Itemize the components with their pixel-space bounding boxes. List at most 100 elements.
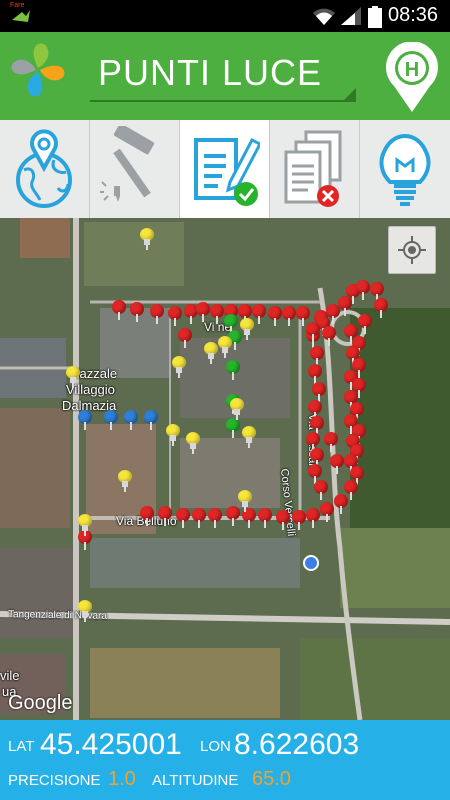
light-point-marker-blue[interactable] [104, 410, 118, 430]
tool-map-locate[interactable] [0, 120, 90, 218]
tool-edit-confirm[interactable] [180, 120, 270, 218]
light-bulb-marker-icon[interactable] [78, 600, 92, 622]
light-point-marker-red[interactable] [296, 306, 310, 326]
light-point-marker-red[interactable] [330, 454, 344, 474]
tool-light-points[interactable] [360, 120, 450, 218]
light-point-marker-red[interactable] [282, 306, 296, 326]
light-point-marker-red[interactable] [178, 328, 192, 348]
light-point-marker-blue[interactable] [144, 410, 158, 430]
light-point-marker-red[interactable] [314, 480, 328, 500]
light-bulb-marker-icon[interactable] [78, 514, 92, 536]
svg-text:H: H [405, 59, 419, 81]
toolbar [0, 120, 450, 218]
precision-value: 1.0 [108, 768, 136, 790]
map-pin-h-button[interactable]: H [384, 42, 440, 114]
light-point-marker-red[interactable] [322, 326, 336, 346]
light-bulb-marker-icon[interactable] [166, 424, 180, 446]
light-point-marker-red[interactable] [226, 506, 240, 526]
map-label-tangenziale: Tangenziale di Novara [7, 609, 108, 622]
light-bulb-marker-icon[interactable] [218, 336, 232, 358]
lat-value: 45.425001 [40, 728, 182, 761]
app-logo [11, 43, 65, 97]
light-point-marker-red[interactable] [310, 416, 324, 436]
light-bulb-marker-icon[interactable] [172, 356, 186, 378]
light-bulb-marker-icon[interactable] [204, 342, 218, 364]
light-point-marker-red[interactable] [308, 400, 322, 420]
light-bulb-marker-icon[interactable] [140, 228, 154, 250]
light-point-marker-blue[interactable] [124, 410, 138, 430]
notification-icon [12, 10, 30, 22]
spinner-caret-icon [344, 88, 356, 100]
light-bulb-icon [379, 133, 431, 206]
lon-label: LON [200, 738, 231, 755]
light-bulb-marker-icon[interactable] [230, 398, 244, 420]
light-point-marker-red[interactable] [308, 464, 322, 484]
light-point-marker-green[interactable] [224, 314, 238, 334]
title-spinner[interactable]: PUNTI LUCE [90, 46, 356, 102]
edit-document-confirm-icon [194, 138, 260, 206]
light-point-marker-red[interactable] [306, 322, 320, 342]
light-point-marker-red[interactable] [140, 506, 154, 526]
status-bar: Fare 08:36 [0, 0, 450, 32]
light-point-marker-red[interactable] [312, 382, 326, 402]
hammer-icon [100, 126, 155, 202]
light-point-marker-red[interactable] [324, 432, 338, 452]
light-point-marker-red[interactable] [320, 502, 334, 522]
precision-label: PRECISIONE [8, 772, 101, 789]
light-point-marker-red[interactable] [306, 432, 320, 452]
light-point-marker-red[interactable] [310, 346, 324, 366]
light-bulb-marker-icon[interactable] [242, 426, 256, 448]
light-point-marker-red[interactable] [252, 304, 266, 324]
light-bulb-marker-icon[interactable] [186, 432, 200, 454]
light-bulb-marker-icon[interactable] [66, 366, 80, 388]
light-point-marker-red[interactable] [150, 304, 164, 324]
light-point-marker-green[interactable] [226, 418, 240, 438]
documents-delete-icon [284, 130, 342, 207]
light-point-marker-red[interactable] [210, 304, 224, 324]
satellite-map[interactable]: Piazzale Villaggio Dalmazia Via Belluno … [0, 218, 450, 720]
light-point-marker-red[interactable] [310, 448, 324, 468]
light-point-marker-red[interactable] [158, 506, 172, 526]
light-point-marker-red[interactable] [168, 306, 182, 326]
light-point-marker-red[interactable] [258, 508, 272, 528]
light-point-marker-red[interactable] [192, 508, 206, 528]
light-point-marker-red[interactable] [238, 304, 252, 324]
light-point-marker-green[interactable] [226, 360, 240, 380]
app-header: PUNTI LUCE H [0, 32, 450, 120]
light-point-marker-red[interactable] [374, 298, 388, 318]
light-point-marker-red[interactable] [176, 508, 190, 528]
tool-hammer[interactable] [90, 120, 180, 218]
light-point-marker-red[interactable] [334, 494, 348, 514]
light-point-marker-red[interactable] [358, 314, 372, 334]
light-point-marker-red[interactable] [196, 302, 210, 322]
light-point-marker-blue[interactable] [78, 410, 92, 430]
light-point-marker-red[interactable] [306, 508, 320, 528]
altitude-value: 65.0 [252, 768, 291, 790]
light-point-marker-red[interactable] [338, 296, 352, 316]
light-bulb-marker-icon[interactable] [238, 490, 252, 512]
position-info-panel: LAT 45.425001 LON 8.622603 PRECISIONE 1.… [0, 720, 450, 800]
lon-value: 8.622603 [234, 728, 360, 761]
light-point-marker-red[interactable] [268, 306, 282, 326]
light-point-marker-red[interactable] [276, 510, 290, 530]
notification-text: Fare [10, 2, 25, 9]
light-bulb-marker-icon[interactable] [118, 470, 132, 492]
google-logo: Google [8, 692, 73, 714]
clock: 08:36 [388, 4, 439, 26]
light-point-marker-red[interactable] [356, 280, 370, 300]
light-point-marker-red[interactable] [292, 510, 306, 530]
globe-location-icon [16, 129, 72, 208]
tool-delete-documents[interactable] [270, 120, 360, 218]
light-point-marker-red[interactable] [344, 480, 358, 500]
map-label-vile: vile [0, 668, 20, 683]
battery-icon [368, 6, 382, 28]
light-point-marker-red[interactable] [370, 282, 384, 302]
light-point-marker-red[interactable] [112, 300, 126, 320]
wifi-icon [313, 8, 335, 25]
my-location-button[interactable] [388, 226, 436, 274]
light-point-marker-red[interactable] [130, 302, 144, 322]
light-bulb-marker-icon[interactable] [240, 318, 254, 340]
light-point-marker-red[interactable] [350, 466, 364, 486]
light-point-marker-red[interactable] [308, 364, 322, 384]
light-point-marker-red[interactable] [208, 508, 222, 528]
